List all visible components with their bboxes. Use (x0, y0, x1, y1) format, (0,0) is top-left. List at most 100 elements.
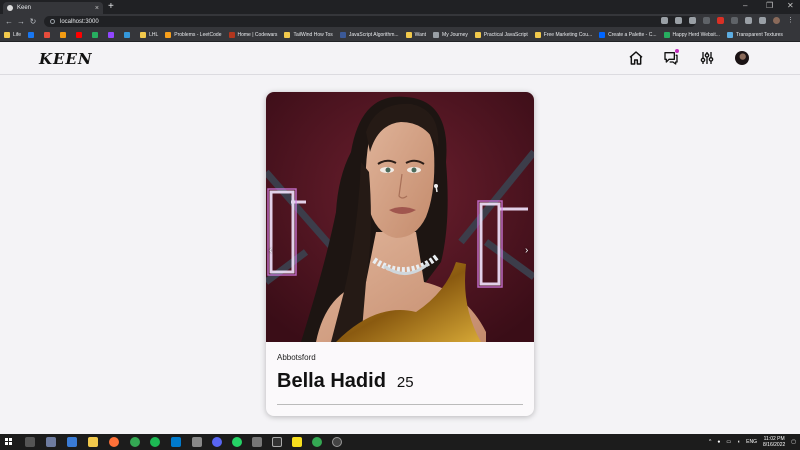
reload-button[interactable]: ↻ (27, 17, 39, 26)
firefox-icon[interactable] (109, 437, 119, 447)
search-icon[interactable] (25, 437, 35, 447)
back-button[interactable]: ← (3, 17, 15, 26)
bookmark-item[interactable]: Problems - LeetCode (165, 32, 222, 38)
bookmark-item[interactable]: Want (405, 32, 427, 38)
extension-icon[interactable] (717, 17, 724, 24)
bookmark-item[interactable]: My Journey (433, 32, 468, 38)
folder-icon (405, 32, 412, 38)
home-icon[interactable] (628, 50, 644, 66)
bookmark-label: JavaScript Algorithm... (348, 32, 399, 38)
bookmark-label: Transparent Textures (735, 32, 783, 38)
filters-icon[interactable] (699, 50, 715, 66)
notifications-icon[interactable]: ▢ (791, 439, 796, 445)
app-icon[interactable] (192, 437, 202, 447)
vscode-icon[interactable] (171, 437, 181, 447)
new-tab-button[interactable]: + (108, 1, 114, 12)
menu-icon[interactable]: ⋮ (787, 17, 794, 24)
bookmark-item[interactable] (60, 32, 69, 38)
sidebar-icon[interactable] (759, 17, 766, 24)
whatsapp-icon[interactable] (232, 437, 242, 447)
bookmark-item[interactable] (28, 32, 37, 38)
volume-icon[interactable]: ◖ (737, 439, 740, 445)
bookmark-item[interactable]: Happy Herd Websit... (663, 32, 720, 38)
bookmark-label: Home | Codewars (237, 32, 278, 38)
calculator-icon[interactable] (46, 437, 56, 447)
profile-location: Abbotsford (277, 353, 316, 362)
tab-favicon-icon (7, 5, 13, 11)
bookmark-item[interactable]: LHL (140, 32, 158, 38)
spotify-icon[interactable] (150, 437, 160, 447)
address-bar[interactable]: localhost:3000 (44, 16, 696, 27)
tab-close-icon[interactable]: × (95, 5, 99, 12)
clock[interactable]: 11:02 PM 8/16/2022 (763, 436, 785, 448)
profile-icon[interactable] (773, 17, 780, 24)
extension-icon[interactable] (703, 17, 710, 24)
coolors-icon (599, 32, 606, 38)
codewars-icon (228, 32, 235, 38)
bookmark-item[interactable] (44, 32, 53, 38)
bookmark-item[interactable]: Home | Codewars (228, 32, 278, 38)
network-icon[interactable]: ▭ (726, 439, 731, 445)
avatar[interactable] (735, 51, 749, 65)
bookmark-item[interactable]: Create a Palette - C... (599, 32, 657, 38)
bookmark-item[interactable]: TailWind How Tos (284, 32, 333, 38)
prev-photo-button[interactable]: ‹ (269, 245, 272, 256)
windows-start-icon[interactable] (5, 438, 13, 446)
bookmark-item[interactable] (108, 32, 117, 38)
bookmark-item[interactable]: JavaScript Algorithm... (339, 32, 399, 38)
discord-icon[interactable] (212, 437, 222, 447)
share-icon[interactable] (675, 17, 682, 24)
maximize-button[interactable]: ❐ (766, 1, 773, 10)
app-icon[interactable] (332, 437, 342, 447)
bookmark-item[interactable] (92, 32, 101, 38)
folder-icon (534, 32, 541, 38)
bookmark-item[interactable]: Life (4, 32, 21, 38)
profile-photo[interactable]: ‹ › (266, 92, 534, 342)
bookmark-label: LHL (149, 32, 159, 38)
app-icon (60, 32, 67, 38)
profile-card[interactable]: ‹ › Abbotsford Bella Hadid 25 (266, 92, 534, 416)
browser-tab[interactable]: Keen × (3, 2, 103, 14)
chevron-up-icon[interactable]: ^ (709, 439, 711, 445)
tab-title: Keen (17, 5, 32, 11)
language-indicator[interactable]: ENG (746, 439, 757, 445)
bookmark-item[interactable] (124, 32, 133, 38)
bookmark-label: Problems - LeetCode (174, 32, 222, 38)
profile-name: Bella Hadid (277, 370, 386, 392)
mic-icon[interactable]: ● (717, 439, 720, 445)
terminal-icon[interactable] (272, 437, 282, 447)
site-info-icon[interactable] (50, 19, 55, 24)
file-explorer-icon[interactable] (88, 437, 98, 447)
folder-icon (140, 32, 147, 38)
app-icon[interactable] (252, 437, 262, 447)
bookmark-item[interactable]: Practical JavaScript (474, 32, 528, 38)
puzzle-icon[interactable] (745, 17, 752, 24)
app-icon (339, 32, 346, 38)
sticky-notes-icon[interactable] (292, 437, 302, 447)
chrome-icon[interactable] (130, 437, 140, 447)
minimize-button[interactable]: – (743, 1, 747, 10)
close-window-button[interactable]: ✕ (787, 1, 794, 10)
bookmark-item[interactable]: Free Marketing Cou... (534, 32, 592, 38)
next-photo-button[interactable]: › (525, 245, 528, 256)
bookmark-item[interactable] (76, 32, 85, 38)
app-logo[interactable]: KEEN (39, 50, 93, 68)
chrome-icon[interactable] (312, 437, 322, 447)
app-icon[interactable] (67, 437, 77, 447)
star-icon[interactable] (689, 17, 696, 24)
bookmark-label: Happy Herd Websit... (672, 32, 720, 38)
bookmark-label: TailWind How Tos (293, 32, 333, 38)
twitch-icon (108, 32, 115, 38)
bookmark-label: Want (414, 32, 427, 38)
app-icon (44, 32, 51, 38)
url-text[interactable]: localhost:3000 (60, 19, 99, 25)
leetcode-icon (165, 32, 172, 38)
extension-icon[interactable] (731, 17, 738, 24)
forward-button[interactable]: → (15, 17, 27, 26)
profile-info: Abbotsford Bella Hadid 25 (277, 353, 523, 393)
browser-toolbar: ← → ↻ localhost:3000 ⋮ (0, 14, 800, 29)
key-icon[interactable] (661, 17, 668, 24)
bookmark-label: My Journey (442, 32, 468, 38)
bookmark-item[interactable]: Transparent Textures (726, 32, 783, 38)
youtube-icon (76, 32, 83, 38)
